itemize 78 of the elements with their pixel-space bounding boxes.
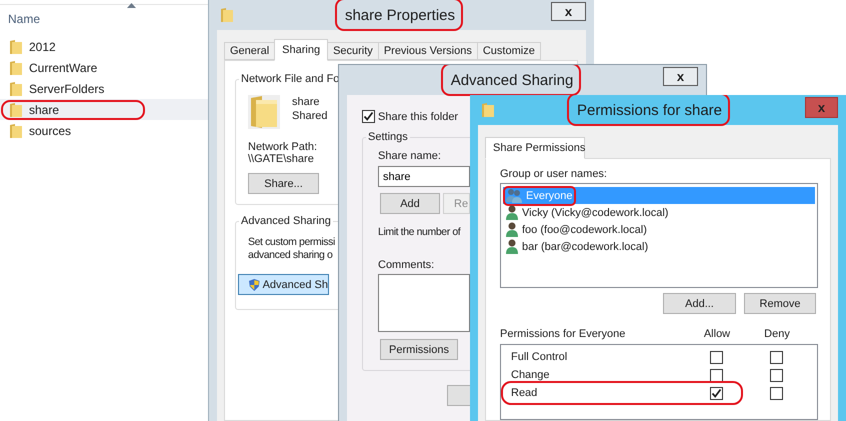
allow-checkbox[interactable]: [710, 350, 722, 364]
user-icon: [506, 222, 518, 237]
limit-label: Limit the number of: [378, 226, 460, 238]
tab[interactable]: General: [224, 42, 276, 60]
add-button[interactable]: Add: [380, 193, 440, 214]
folder-row[interactable]: ServerFolders: [0, 78, 208, 99]
user-name: foo (foo@codework.local): [522, 224, 647, 236]
column-header: Deny: [764, 328, 790, 340]
column-header[interactable]: Name: [8, 12, 40, 26]
deny-checkbox[interactable]: [770, 386, 782, 400]
folder-icon: [482, 103, 494, 117]
folder-row[interactable]: 2012: [0, 36, 208, 57]
deny-checkbox[interactable]: [770, 368, 782, 382]
group-icon: [506, 188, 522, 203]
folder-icon: [9, 102, 23, 118]
permission-name: Change: [511, 369, 551, 381]
close-button[interactable]: x: [805, 97, 838, 118]
user-name: Everyone: [526, 190, 572, 202]
permissions-button[interactable]: Permissions: [380, 339, 458, 360]
share-name: share: [292, 96, 321, 108]
field-label: Share name:: [378, 150, 441, 162]
description-line: advanced sharing o: [248, 249, 332, 261]
folder-icon: [9, 80, 23, 96]
sort-arrow-icon[interactable]: [127, 3, 136, 8]
comments-field[interactable]: [378, 274, 470, 332]
description-line: Set custom permissi: [248, 236, 335, 248]
folder-name: CurrentWare: [29, 60, 98, 74]
user-row[interactable]: bar (bar@codework.local): [503, 238, 815, 255]
tab[interactable]: Share Permissions: [485, 137, 585, 159]
remove-button[interactable]: Remove: [744, 293, 816, 314]
window-title: Permissions for share: [576, 102, 722, 118]
folder-name: ServerFolders: [29, 82, 104, 96]
share-name-field[interactable]: share: [378, 166, 470, 187]
user-icon: [506, 239, 518, 254]
folder-icon: [221, 8, 233, 22]
close-button[interactable]: x: [663, 67, 698, 86]
folder-name: share: [29, 102, 60, 116]
network-path: \\GATE\share: [248, 153, 314, 165]
field-label: Comments:: [378, 259, 434, 271]
user-name: Vicky (Vicky@codework.local): [522, 206, 668, 218]
tab[interactable]: Previous Versions: [378, 42, 478, 60]
path-label: Network Path:: [248, 141, 318, 153]
folder-icon: [9, 122, 23, 138]
share-status: Shared: [292, 110, 328, 122]
folder-icon: [9, 60, 23, 76]
group-label: Advanced Sharing: [239, 215, 333, 227]
tab[interactable]: Sharing: [274, 39, 328, 61]
folder-icon: [9, 38, 23, 54]
folder-name: 2012: [29, 40, 56, 54]
folder-row[interactable]: sources: [0, 120, 208, 141]
user-row[interactable]: Vicky (Vicky@codework.local): [503, 204, 815, 221]
list-label: Group or user names:: [500, 168, 608, 180]
window-title: Advanced Sharing: [450, 72, 574, 88]
tab[interactable]: Customize: [476, 42, 541, 60]
folder-icon: [248, 95, 280, 129]
window-title: share Properties: [344, 6, 456, 24]
checkbox-label: Share this folder: [378, 110, 458, 122]
add-button[interactable]: Add...: [663, 293, 736, 314]
share-button[interactable]: Share...: [248, 173, 319, 194]
group-label: Settings: [366, 131, 410, 143]
advanced-sharing-button[interactable]: Advanced Sh: [238, 274, 329, 295]
user-name: bar (bar@codework.local): [522, 240, 648, 252]
folder-row[interactable]: share: [0, 99, 208, 120]
folder-row[interactable]: CurrentWare: [0, 57, 208, 78]
shield-icon: [249, 276, 260, 292]
deny-checkbox[interactable]: [770, 350, 782, 364]
column-header: Allow: [704, 328, 730, 340]
tab[interactable]: Security: [327, 42, 379, 60]
close-button[interactable]: x: [551, 2, 586, 21]
permission-name: Read: [511, 387, 538, 399]
permission-name: Full Control: [511, 351, 568, 363]
allow-checkbox[interactable]: [710, 386, 722, 400]
folder-name: sources: [29, 124, 72, 138]
checkbox[interactable]: [362, 110, 375, 123]
permissions-label: Permissions for Everyone: [500, 328, 626, 340]
user-icon: [506, 205, 518, 220]
allow-checkbox[interactable]: [710, 368, 722, 382]
user-row[interactable]: foo (foo@codework.local): [503, 221, 815, 238]
